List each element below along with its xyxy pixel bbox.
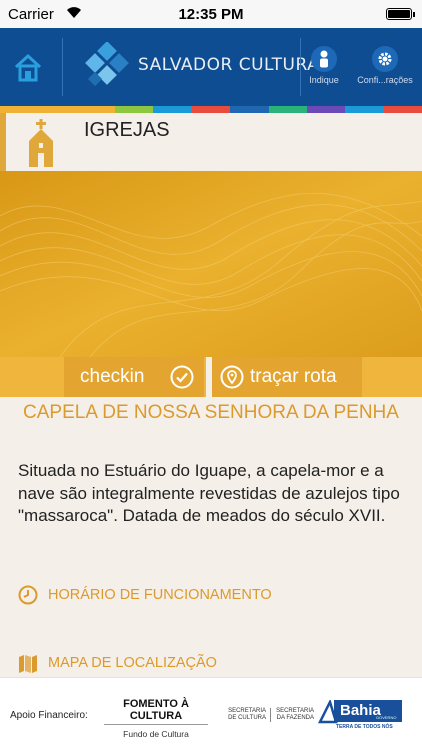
home-button[interactable]	[12, 52, 44, 84]
route-label: traçar rota	[250, 366, 337, 387]
checkin-label: checkin	[80, 366, 145, 387]
color-strip-segment	[306, 106, 346, 113]
category-label: IGREJAS	[84, 119, 170, 141]
governo-label: GOVERNO	[376, 715, 397, 720]
category-accent	[0, 113, 6, 171]
color-strip-segment	[153, 106, 192, 113]
church-icon	[22, 119, 60, 167]
color-strip	[0, 106, 422, 113]
fundo-label: Fundo de Cultura	[123, 729, 189, 739]
color-strip-segment	[0, 106, 39, 113]
location-map-link[interactable]: MAPA DE LOCALIZAÇÃO	[18, 651, 217, 675]
location-pin-icon	[220, 365, 244, 389]
sponsor-footer: Apoio Financeiro: FOMENTO À CULTURA Fund…	[0, 677, 422, 750]
checkin-button[interactable]: checkin	[64, 357, 204, 397]
opening-hours-label: HORÁRIO DE FUNCIONAMENTO	[48, 587, 272, 603]
header-divider	[62, 38, 63, 96]
fomento-logo: FOMENTO À CULTURA Fundo de Cultura	[104, 698, 208, 739]
color-strip-segment	[345, 106, 384, 113]
opening-hours-link[interactable]: HORÁRIO DE FUNCIONAMENTO	[18, 583, 272, 607]
secretaria-fazenda-logo: SECRETARIA DA FAZENDA	[270, 708, 314, 722]
color-strip-segment	[230, 106, 269, 113]
gear-icon	[378, 52, 392, 66]
category-bar: IGREJAS	[0, 113, 422, 171]
bahia-government-logo: Bahia GOVERNO TERRA DE TODOS NÓS	[318, 700, 402, 732]
color-strip-segment	[268, 106, 307, 113]
status-bar: Carrier 12:35 PM	[0, 0, 422, 28]
header-divider	[300, 38, 301, 96]
color-strip-segment	[115, 106, 154, 113]
sponsor-label: Apoio Financeiro:	[10, 710, 88, 721]
check-circle-icon	[170, 365, 194, 389]
place-banner-image	[0, 171, 422, 357]
color-strip-segment	[191, 106, 231, 113]
secretaria-cultura-logo: SECRETARIA DE CULTURA	[228, 708, 266, 721]
app-header: SALVADOR CULTURAL Indique Confi...rações	[0, 28, 422, 106]
settings-button[interactable]: Confi...rações	[350, 46, 420, 85]
clock-icon	[18, 585, 38, 605]
color-strip-segment	[383, 106, 422, 113]
place-title: CAPELA DE NOSSA SENHORA DA PENHA	[23, 402, 399, 423]
location-map-label: MAPA DE LOCALIZAÇÃO	[48, 655, 217, 671]
battery-icon	[386, 8, 415, 20]
action-bar: checkin traçar rota	[0, 357, 422, 397]
app-logo	[82, 41, 132, 92]
map-icon	[19, 655, 37, 673]
person-icon	[320, 50, 328, 68]
home-icon	[14, 54, 42, 82]
color-strip-segment	[76, 106, 116, 113]
indique-label: Indique	[309, 75, 339, 85]
clock: 12:35 PM	[178, 6, 244, 23]
route-button[interactable]: traçar rota	[212, 357, 362, 397]
color-strip-segment	[38, 106, 77, 113]
fomento-title: FOMENTO À CULTURA	[123, 698, 189, 722]
place-description: Situada no Estuário do Iguape, a capela-…	[18, 461, 400, 525]
settings-label: Confi...rações	[357, 75, 413, 85]
bahia-tagline: TERRA DE TODOS NÓS	[336, 724, 393, 730]
indique-button[interactable]: Indique	[306, 46, 342, 85]
